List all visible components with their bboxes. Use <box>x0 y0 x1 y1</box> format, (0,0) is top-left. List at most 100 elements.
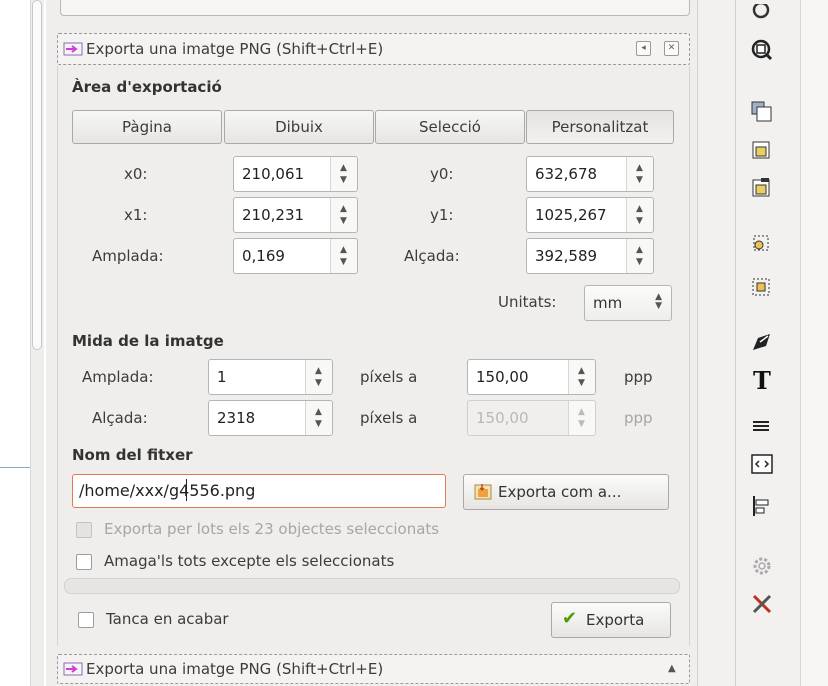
decrement-icon[interactable]: ▼ <box>340 217 347 226</box>
x1-stepper[interactable]: ▲ ▼ <box>330 198 357 232</box>
x0-label: x0: <box>124 165 148 183</box>
area-width-value: 0,169 <box>242 247 285 265</box>
dpi-x-value: 150,00 <box>476 368 529 386</box>
x0-spinbox[interactable]: 210,061 ▲ ▼ <box>233 156 358 192</box>
area-width-spinbox[interactable]: 0,169 ▲ ▼ <box>233 238 358 274</box>
scrollbar-thumb[interactable] <box>32 0 42 350</box>
y0-value: 632,678 <box>535 165 598 183</box>
dpi-x-stepper[interactable]: ▲ ▼ <box>568 360 595 394</box>
canvas-guide-line <box>0 467 30 468</box>
duplicate-icon[interactable] <box>750 100 774 124</box>
preferences-gear-icon[interactable] <box>750 554 774 578</box>
toolbar-separator <box>735 0 736 686</box>
increment-icon: ▲ <box>578 407 585 417</box>
increment-icon[interactable]: ▲ <box>636 205 643 214</box>
filename-value: /home/xxx/g4556.png <box>79 481 256 500</box>
area-custom-button[interactable]: Personalitzat <box>526 110 674 144</box>
filename-title: Nom del fitxer <box>72 446 193 464</box>
y0-stepper[interactable]: ▲ ▼ <box>626 157 653 191</box>
snap-toolbar <box>800 0 828 686</box>
document-properties-icon[interactable] <box>750 592 774 616</box>
text-caret <box>186 479 187 501</box>
y0-spinbox[interactable]: 632,678 ▲ ▼ <box>526 156 654 192</box>
decrement-icon[interactable]: ▼ <box>578 379 585 388</box>
y1-spinbox[interactable]: 1025,267 ▲ ▼ <box>526 197 654 233</box>
increment-icon[interactable]: ▲ <box>636 246 643 255</box>
y1-label: y1: <box>430 206 454 224</box>
filename-input[interactable]: /home/xxx/g4556.png <box>72 474 446 508</box>
layers-icon[interactable] <box>750 414 774 438</box>
batch-export-checkbox <box>76 522 92 538</box>
export-as-button[interactable]: Exporta com a... <box>463 474 669 510</box>
hide-all-checkbox[interactable] <box>76 554 92 570</box>
x1-value: 210,231 <box>242 206 305 224</box>
horizontal-scrollbar[interactable] <box>64 578 680 594</box>
fill-stroke-icon[interactable] <box>750 330 774 354</box>
close-when-done-checkbox[interactable] <box>78 612 94 628</box>
area-width-stepper[interactable]: ▲ ▼ <box>330 239 357 273</box>
decrement-icon[interactable]: ▼ <box>636 176 643 185</box>
decrement-icon[interactable]: ▼ <box>315 379 322 388</box>
align-distribute-icon[interactable] <box>750 494 774 518</box>
image-width-stepper[interactable]: ▲ ▼ <box>305 360 332 394</box>
increment-icon[interactable]: ▲ <box>636 164 643 173</box>
area-selection-button[interactable]: Selecció <box>375 110 525 144</box>
units-label: Unitats: <box>498 293 557 311</box>
area-page-button[interactable]: Pàgina <box>72 110 222 144</box>
dpi-unit-label: ppp <box>624 368 653 386</box>
panel-close-icon[interactable]: ✕ <box>664 41 679 56</box>
increment-icon[interactable]: ▲ <box>315 367 322 376</box>
increment-icon[interactable]: ▲ <box>340 164 347 173</box>
x1-label: x1: <box>124 206 148 224</box>
area-height-spinbox[interactable]: 392,589 ▲ ▼ <box>526 238 654 274</box>
area-height-label: Alçada: <box>404 247 460 265</box>
decrement-icon[interactable]: ▼ <box>340 176 347 185</box>
export-png-icon <box>63 42 83 56</box>
image-width-spinbox[interactable]: 1 ▲ ▼ <box>208 359 333 395</box>
dpi-x-spinbox[interactable]: 150,00 ▲ ▼ <box>467 359 596 395</box>
image-height-label: Alçada: <box>92 409 148 427</box>
export-button-label: Exporta <box>586 611 645 629</box>
image-height-value: 2318 <box>217 409 256 427</box>
dpi-y-spinbox: 150,00 ▲ ▼ <box>467 400 596 436</box>
x0-stepper[interactable]: ▲ ▼ <box>330 157 357 191</box>
y0-label: y0: <box>430 165 454 183</box>
clone-icon[interactable] <box>750 138 774 162</box>
panel-header[interactable]: Exporta una imatge PNG (Shift+Ctrl+E) ◂ … <box>57 33 690 65</box>
x1-spinbox[interactable]: 210,231 ▲ ▼ <box>233 197 358 233</box>
area-height-value: 392,589 <box>535 247 598 265</box>
image-height-spinbox[interactable]: 2318 ▲ ▼ <box>208 400 333 436</box>
export-area-title: Àrea d'exportació <box>72 78 222 96</box>
image-height-stepper[interactable]: ▲ ▼ <box>305 401 332 435</box>
export-button[interactable]: ✔ Exporta <box>551 602 671 638</box>
y1-stepper[interactable]: ▲ ▼ <box>626 198 653 232</box>
text-tool-icon[interactable]: T <box>750 368 774 392</box>
toolbar-separator <box>697 0 698 686</box>
checkmark-icon: ✔ <box>562 608 578 629</box>
decrement-icon[interactable]: ▼ <box>636 217 643 226</box>
panel-footer-tab[interactable]: Exporta una imatge PNG (Shift+Ctrl+E) ▲ <box>57 654 690 684</box>
panel-iconify-icon[interactable]: ◂ <box>636 41 651 56</box>
ungroup-icon[interactable] <box>750 276 774 300</box>
collapse-arrow-icon[interactable]: ▲ <box>668 663 676 674</box>
pixels-at-label: píxels a <box>360 368 418 386</box>
decrement-icon[interactable]: ▼ <box>315 420 322 429</box>
unlink-clone-icon[interactable] <box>750 176 774 200</box>
group-icon[interactable] <box>750 232 774 256</box>
zoom-page-icon[interactable] <box>750 38 774 62</box>
increment-icon[interactable]: ▲ <box>315 408 322 417</box>
increment-icon[interactable]: ▲ <box>340 205 347 214</box>
area-height-stepper[interactable]: ▲ ▼ <box>626 239 653 273</box>
zoom-drawing-icon[interactable] <box>750 4 774 28</box>
hide-all-label: Amaga'ls tots excepte els seleccionats <box>104 552 395 570</box>
decrement-icon: ▼ <box>578 419 585 429</box>
area-drawing-button[interactable]: Dibuix <box>224 110 374 144</box>
increment-icon[interactable]: ▲ <box>578 367 585 376</box>
increment-icon[interactable]: ▲ <box>340 246 347 255</box>
units-select[interactable]: mm ▲ ▼ <box>584 285 672 321</box>
decrement-icon[interactable]: ▼ <box>636 258 643 267</box>
units-value: mm <box>593 294 623 312</box>
pixels-at-label-2: píxels a <box>360 409 418 427</box>
decrement-icon[interactable]: ▼ <box>340 258 347 267</box>
xml-editor-icon[interactable] <box>750 452 774 476</box>
